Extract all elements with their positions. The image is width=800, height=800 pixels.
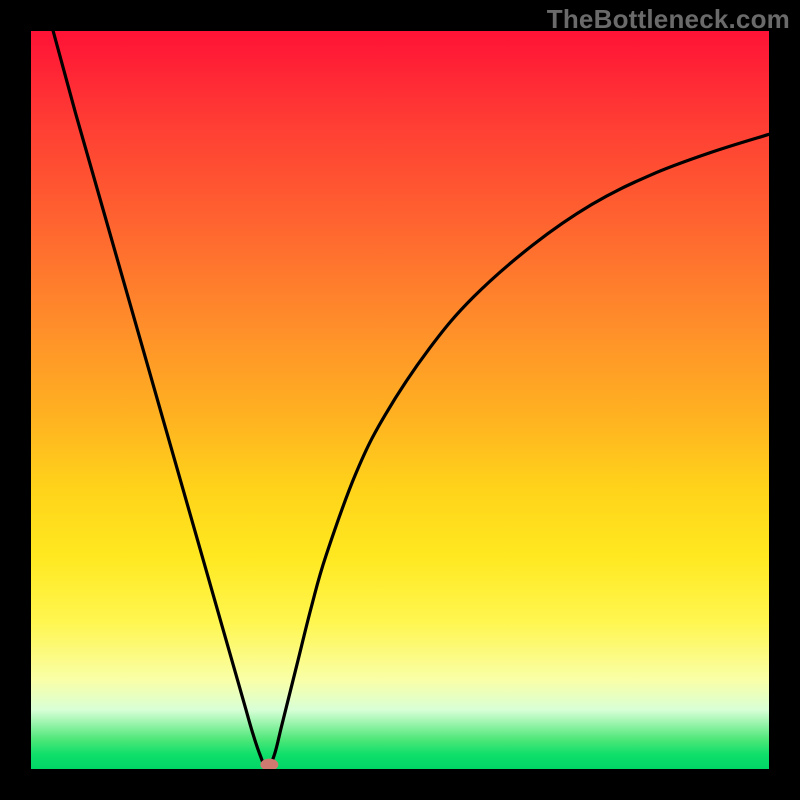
bottleneck-curve-path <box>53 31 769 769</box>
chart-frame: TheBottleneck.com <box>0 0 800 800</box>
curve-svg <box>31 31 769 769</box>
plot-area <box>31 31 769 769</box>
watermark-text: TheBottleneck.com <box>547 4 790 35</box>
